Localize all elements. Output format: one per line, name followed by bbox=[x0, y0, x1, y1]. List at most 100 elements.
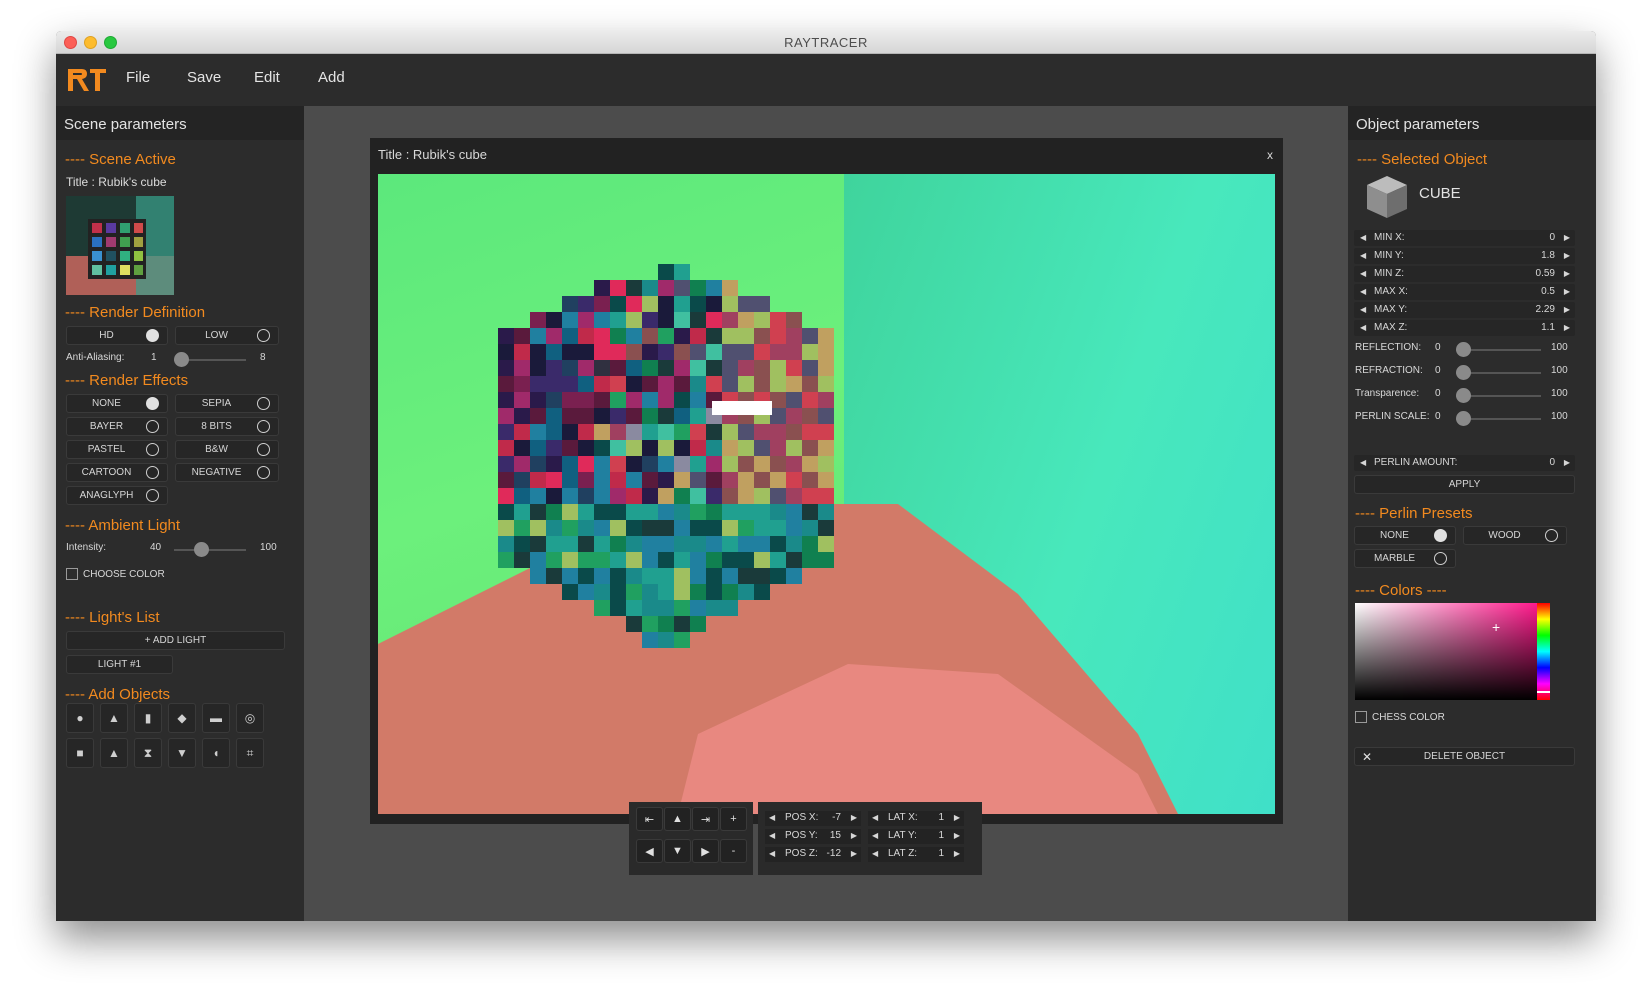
add-pyramid-button[interactable]: ▲ bbox=[100, 738, 128, 768]
add-paraboloid-button[interactable]: ▼ bbox=[168, 738, 196, 768]
render-low-option[interactable]: LOW bbox=[175, 326, 279, 345]
slider-track[interactable] bbox=[1456, 388, 1541, 403]
menu-file[interactable]: File bbox=[126, 69, 150, 86]
increment-arrow-icon[interactable]: ▶ bbox=[954, 813, 960, 822]
add-hourglass-button[interactable]: ⧗ bbox=[134, 738, 162, 768]
move-right-button[interactable]: ▶ bbox=[692, 839, 719, 863]
color-picker-field[interactable]: + bbox=[1355, 603, 1537, 700]
slider-track[interactable] bbox=[1456, 411, 1541, 426]
render-close-button[interactable]: x bbox=[1267, 148, 1273, 162]
move-up-button[interactable]: ▲ bbox=[664, 807, 691, 831]
decrement-arrow-icon[interactable]: ◀ bbox=[1360, 269, 1366, 278]
color-picker-crosshair-icon[interactable]: + bbox=[1492, 619, 1500, 635]
perlin-marble-option[interactable]: MARBLE bbox=[1354, 549, 1456, 568]
move-left-button[interactable]: ◀ bbox=[636, 839, 663, 863]
add-torus-button[interactable]: ◎ bbox=[236, 703, 264, 733]
render-hd-option[interactable]: HD bbox=[66, 326, 168, 345]
effect-pastel-option[interactable]: PASTEL bbox=[66, 440, 168, 459]
perlin-amount-field[interactable]: ◀ PERLIN AMOUNT: 0 ▶ bbox=[1354, 455, 1575, 471]
scene-thumbnail[interactable] bbox=[66, 196, 174, 295]
lat-field[interactable]: ◀ LAT Z: 1 ▶ bbox=[868, 847, 964, 862]
increment-arrow-icon[interactable]: ▶ bbox=[851, 849, 857, 858]
add-hemisphere-button[interactable]: ◖ bbox=[202, 738, 230, 768]
effect-negative-option[interactable]: NEGATIVE bbox=[175, 463, 279, 482]
increment-arrow-icon[interactable]: ▶ bbox=[1564, 458, 1570, 467]
chess-color-checkbox[interactable] bbox=[1355, 711, 1367, 723]
rotate-left-button[interactable]: ⇤ bbox=[636, 807, 663, 831]
add-cylinder-button[interactable]: ▮ bbox=[134, 703, 162, 733]
slider-knob[interactable] bbox=[1456, 342, 1471, 357]
slider-knob[interactable] bbox=[1456, 411, 1471, 426]
increment-arrow-icon[interactable]: ▶ bbox=[954, 831, 960, 840]
decrement-arrow-icon[interactable]: ◀ bbox=[1360, 458, 1366, 467]
light-list-item[interactable]: LIGHT #1 bbox=[66, 655, 173, 674]
aa-slider-knob[interactable] bbox=[174, 352, 189, 367]
increment-arrow-icon[interactable]: ▶ bbox=[1564, 233, 1570, 242]
decrement-arrow-icon[interactable]: ◀ bbox=[1360, 251, 1366, 260]
effect-8bits-option[interactable]: 8 BITS bbox=[175, 417, 279, 436]
add-sphere-button[interactable]: ● bbox=[66, 703, 94, 733]
pos-field[interactable]: ◀ POS Y: 15 ▶ bbox=[765, 829, 861, 844]
add-disk-button[interactable]: ▬ bbox=[202, 703, 230, 733]
menu-add[interactable]: Add bbox=[318, 69, 345, 86]
increment-arrow-icon[interactable]: ▶ bbox=[1564, 323, 1570, 332]
add-cone-button[interactable]: ▲ bbox=[100, 703, 128, 733]
param-field[interactable]: ◀ MAX Z: 1.1 ▶ bbox=[1354, 320, 1575, 336]
perlin-none-option[interactable]: NONE bbox=[1354, 526, 1456, 545]
effect-anaglyph-option[interactable]: ANAGLYPH bbox=[66, 486, 168, 505]
aa-slider[interactable] bbox=[174, 352, 246, 367]
increment-arrow-icon[interactable]: ▶ bbox=[851, 831, 857, 840]
decrement-arrow-icon[interactable]: ◀ bbox=[872, 849, 878, 858]
lat-field[interactable]: ◀ LAT Y: 1 ▶ bbox=[868, 829, 964, 844]
decrement-arrow-icon[interactable]: ◀ bbox=[1360, 305, 1366, 314]
increment-arrow-icon[interactable]: ▶ bbox=[1564, 251, 1570, 260]
pos-field[interactable]: ◀ POS X: -7 ▶ bbox=[765, 811, 861, 826]
param-field[interactable]: ◀ MIN Y: 1.8 ▶ bbox=[1354, 248, 1575, 264]
move-down-button[interactable]: ▼ bbox=[664, 839, 691, 863]
rotate-right-button[interactable]: ⇥ bbox=[692, 807, 719, 831]
param-field[interactable]: ◀ MAX X: 0.5 ▶ bbox=[1354, 284, 1575, 300]
decrement-arrow-icon[interactable]: ◀ bbox=[1360, 287, 1366, 296]
decrement-arrow-icon[interactable]: ◀ bbox=[872, 831, 878, 840]
lat-field[interactable]: ◀ LAT X: 1 ▶ bbox=[868, 811, 964, 826]
menu-save[interactable]: Save bbox=[187, 69, 221, 86]
effect-cartoon-option[interactable]: CARTOON bbox=[66, 463, 168, 482]
decrement-arrow-icon[interactable]: ◀ bbox=[1360, 233, 1366, 242]
add-composite-button[interactable]: ⌗ bbox=[236, 738, 264, 768]
decrement-arrow-icon[interactable]: ◀ bbox=[1360, 323, 1366, 332]
slider-track[interactable] bbox=[1456, 365, 1541, 380]
decrement-arrow-icon[interactable]: ◀ bbox=[769, 813, 775, 822]
choose-color-checkbox[interactable] bbox=[66, 568, 78, 580]
increment-arrow-icon[interactable]: ▶ bbox=[1564, 287, 1570, 296]
delete-object-button[interactable]: ✕ DELETE OBJECT bbox=[1354, 747, 1575, 766]
decrement-arrow-icon[interactable]: ◀ bbox=[769, 849, 775, 858]
effect-bw-option[interactable]: B&W bbox=[175, 440, 279, 459]
param-field[interactable]: ◀ MAX Y: 2.29 ▶ bbox=[1354, 302, 1575, 318]
zoom-out-button[interactable]: - bbox=[720, 839, 747, 863]
param-field[interactable]: ◀ MIN Z: 0.59 ▶ bbox=[1354, 266, 1575, 282]
add-plane-button[interactable]: ◆ bbox=[168, 703, 196, 733]
effect-bayer-option[interactable]: BAYER bbox=[66, 417, 168, 436]
pos-field[interactable]: ◀ POS Z: -12 ▶ bbox=[765, 847, 861, 862]
menu-edit[interactable]: Edit bbox=[254, 69, 280, 86]
param-field[interactable]: ◀ MIN X: 0 ▶ bbox=[1354, 230, 1575, 246]
slider-knob[interactable] bbox=[1456, 365, 1471, 380]
increment-arrow-icon[interactable]: ▶ bbox=[851, 813, 857, 822]
decrement-arrow-icon[interactable]: ◀ bbox=[769, 831, 775, 840]
perlin-wood-option[interactable]: WOOD bbox=[1463, 526, 1567, 545]
effect-none-option[interactable]: NONE bbox=[66, 394, 168, 413]
intensity-slider-knob[interactable] bbox=[194, 542, 209, 557]
intensity-slider[interactable] bbox=[174, 542, 246, 557]
slider-knob[interactable] bbox=[1456, 388, 1471, 403]
increment-arrow-icon[interactable]: ▶ bbox=[954, 849, 960, 858]
slider-track[interactable] bbox=[1456, 342, 1541, 357]
hue-slider-handle[interactable] bbox=[1537, 691, 1550, 693]
add-light-button[interactable]: + ADD LIGHT bbox=[66, 631, 285, 650]
hue-slider[interactable] bbox=[1537, 603, 1550, 700]
decrement-arrow-icon[interactable]: ◀ bbox=[872, 813, 878, 822]
add-cube-button[interactable]: ■ bbox=[66, 738, 94, 768]
apply-button[interactable]: APPLY bbox=[1354, 475, 1575, 494]
increment-arrow-icon[interactable]: ▶ bbox=[1564, 305, 1570, 314]
effect-sepia-option[interactable]: SEPIA bbox=[175, 394, 279, 413]
zoom-in-button[interactable]: + bbox=[720, 807, 747, 831]
